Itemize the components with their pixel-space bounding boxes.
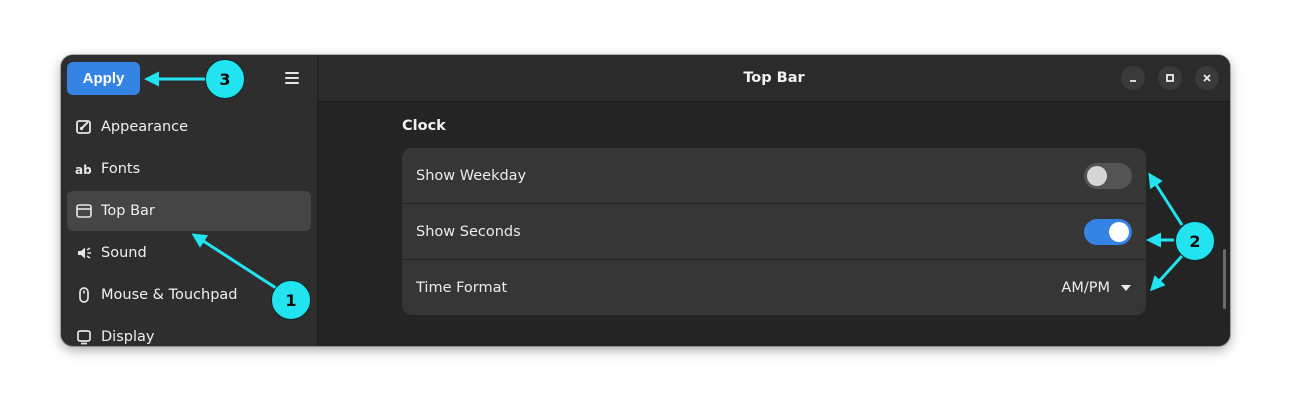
row-label: Show Weekday	[416, 167, 527, 184]
row-show-weekday: Show Weekday	[402, 148, 1146, 204]
switch-knob	[1109, 221, 1129, 242]
fonts-icon: ab	[75, 160, 93, 178]
sidebar-item-fonts[interactable]: ab Fonts	[67, 149, 311, 189]
svg-text:ab: ab	[75, 163, 92, 177]
row-time-format: Time Format AM/PM	[402, 260, 1146, 315]
maximize-button[interactable]	[1158, 66, 1182, 90]
annotation-badge-2: 2	[1175, 221, 1215, 261]
switch-knob	[1087, 165, 1107, 186]
row-label: Show Seconds	[416, 223, 521, 240]
show-weekday-switch[interactable]	[1084, 162, 1132, 189]
row-label: Time Format	[416, 279, 508, 296]
sidebar-header: Apply	[61, 55, 317, 101]
mouse-icon	[75, 286, 93, 304]
close-button[interactable]	[1195, 66, 1219, 90]
apply-button[interactable]: Apply	[67, 62, 140, 95]
maximize-icon	[1166, 74, 1174, 82]
clock-settings-card: Show Weekday Show Seconds Time Format AM…	[402, 148, 1146, 315]
sidebar-item-sound[interactable]: Sound	[67, 233, 311, 273]
time-format-value: AM/PM	[1061, 279, 1110, 296]
display-icon	[75, 328, 93, 346]
sidebar-item-top-bar[interactable]: Top Bar	[67, 191, 311, 231]
show-seconds-switch[interactable]	[1084, 218, 1132, 245]
window-title: Top Bar	[743, 70, 805, 86]
sidebar-item-label: Display	[101, 329, 155, 345]
appearance-icon	[75, 118, 93, 136]
section-title-clock: Clock	[402, 118, 446, 134]
chevron-down-icon	[1121, 284, 1131, 291]
row-show-seconds: Show Seconds	[402, 204, 1146, 260]
annotation-badge-3: 3	[205, 59, 245, 99]
sidebar-item-label: Fonts	[101, 161, 141, 177]
sidebar-item-display[interactable]: Display	[67, 317, 311, 346]
content-area: Clock Show Weekday Show Seconds Time For…	[318, 102, 1230, 346]
minimize-icon	[1130, 80, 1136, 82]
sound-icon	[75, 244, 93, 262]
sidebar-item-label: Sound	[101, 245, 147, 261]
annotation-badge-1: 1	[271, 280, 311, 320]
sidebar-item-label: Top Bar	[101, 203, 155, 219]
time-format-dropdown[interactable]: AM/PM	[1061, 280, 1132, 296]
sidebar-item-appearance[interactable]: Appearance	[67, 107, 311, 147]
scrollbar[interactable]	[1223, 249, 1226, 309]
tweaks-window: Apply Appearance ab Fonts Top Bar Sound …	[61, 55, 1230, 346]
hamburger-menu-icon[interactable]	[281, 67, 303, 89]
top-bar-icon	[75, 202, 93, 220]
sidebar-item-label: Mouse & Touchpad	[101, 287, 238, 303]
sidebar-item-label: Appearance	[101, 119, 189, 135]
minimize-button[interactable]	[1121, 66, 1145, 90]
main-pane: Top Bar Clock Show Weekday Show Seconds	[318, 55, 1230, 346]
header-bar: Top Bar	[318, 55, 1230, 102]
close-icon	[1203, 74, 1211, 82]
